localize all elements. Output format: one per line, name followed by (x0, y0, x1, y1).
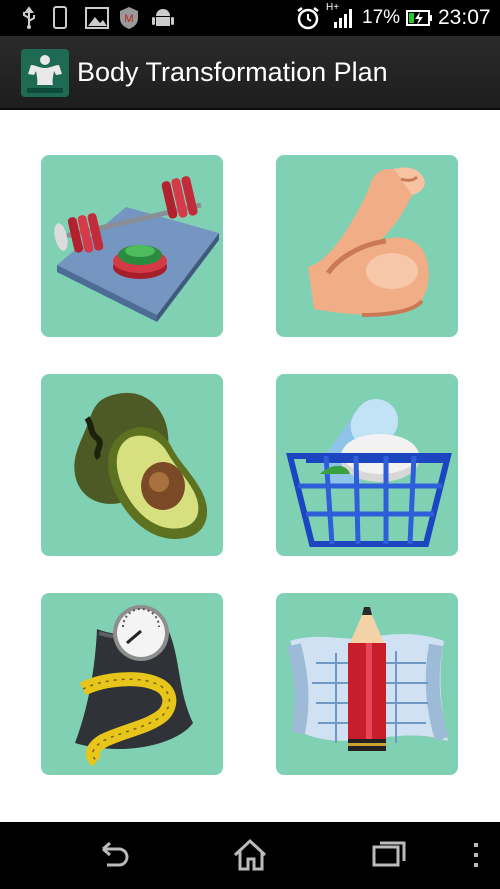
phone-icon (53, 6, 67, 29)
recent-apps-icon[interactable] (368, 835, 408, 875)
signal-icon (334, 9, 352, 28)
status-bar: M H+ 17% 23:07 (0, 0, 500, 36)
usb-icon (23, 6, 35, 29)
clock: 23:07 (438, 6, 491, 29)
bodybuilder-logo-icon[interactable] (21, 49, 69, 97)
home-icon[interactable] (230, 835, 270, 875)
pencil-blueprint-icon (287, 607, 449, 751)
supplements-tile[interactable] (276, 374, 458, 556)
battery-icon (406, 10, 432, 26)
battery-percent: 17% (362, 7, 401, 28)
navigation-bar (0, 822, 500, 889)
body-stats-tile[interactable] (41, 593, 223, 775)
planner-tile[interactable] (276, 593, 458, 775)
flexed-arm-icon (308, 167, 429, 317)
android-icon (152, 9, 174, 26)
barbell-icon (54, 176, 219, 322)
workouts-tile[interactable] (41, 155, 223, 337)
pill-basket-icon (286, 399, 452, 547)
mcafee-icon: M (120, 7, 138, 29)
page-title: Body Transformation Plan (77, 57, 388, 87)
menu-icon[interactable] (456, 835, 496, 875)
avocado-icon (74, 392, 208, 539)
alarm-icon (297, 7, 319, 30)
svg-text:M: M (124, 13, 133, 25)
muscles-tile[interactable] (276, 155, 458, 337)
nutrition-tile[interactable] (41, 374, 223, 556)
back-icon[interactable] (93, 835, 133, 875)
scale-tape-icon (75, 605, 193, 767)
image-icon (85, 7, 109, 29)
